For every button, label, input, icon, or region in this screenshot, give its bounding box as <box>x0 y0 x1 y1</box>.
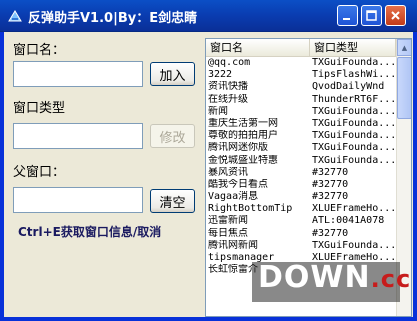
list-item[interactable]: 迅雷新闻 ATL:0041A078 <box>206 215 396 227</box>
maximize-icon <box>366 10 377 21</box>
scroll-thumb[interactable] <box>397 57 411 119</box>
list-header: 窗口名 窗口类型 <box>206 39 396 57</box>
column-header-window-name[interactable]: 窗口名 <box>206 39 310 56</box>
parent-window-input[interactable] <box>13 187 143 213</box>
app-icon <box>7 8 23 24</box>
list-item-window-class: #32770 <box>312 191 349 203</box>
close-button[interactable] <box>385 5 406 26</box>
list-item-window-name: 资讯快播 <box>208 81 248 93</box>
list-item[interactable]: RightBottomTip XLUEFrameHo... <box>206 203 396 215</box>
list-item-window-class: #32770 <box>312 178 349 190</box>
list-item-window-class: TXGuiFounda... <box>312 130 396 142</box>
watermark-text: DOWN.cc <box>258 260 412 295</box>
list-item-window-name: Vagaa消息 <box>208 191 259 203</box>
list-item[interactable]: 腾讯网迷你版 TXGuiFounda... <box>206 142 396 154</box>
add-button[interactable]: 加入 <box>150 62 195 86</box>
list-item-window-class: TXGuiFounda... <box>312 154 396 166</box>
list-item[interactable]: 资讯快播 QvodDailyWnd <box>206 81 396 93</box>
maximize-button[interactable] <box>361 5 382 26</box>
minimize-icon <box>343 18 350 20</box>
window-class-input[interactable] <box>13 123 143 149</box>
scroll-up-arrow-icon[interactable]: ▲ <box>397 39 411 56</box>
list-item[interactable]: 新闻 TXGuiFounda... <box>206 106 396 118</box>
list-item[interactable]: 3222 TipsFlashWi... <box>206 69 396 81</box>
list-item-window-name: 迅雷新闻 <box>208 215 248 227</box>
list-item-window-name: 3222 <box>208 69 233 81</box>
list-item-window-name: 每日焦点 <box>208 227 248 239</box>
list-item-window-class: ThunderRT6F... <box>312 93 396 105</box>
watermark-logo: DOWN.cc <box>252 248 412 318</box>
list-item[interactable]: 尊敬的拍拍用户 TXGuiFounda... <box>206 130 396 142</box>
list-item[interactable]: 在线升级 ThunderRT6F... <box>206 94 396 106</box>
list-item-window-name: @qq.com <box>208 57 251 68</box>
list-item[interactable]: 金悦城盛业特惠 TXGuiFounda... <box>206 155 396 167</box>
window-name-input[interactable] <box>13 61 143 87</box>
window-frame-left <box>0 32 4 321</box>
window-class-label: 窗口类型 <box>13 101 66 116</box>
list-item-window-name: 新闻 <box>208 105 228 117</box>
list-item-window-name: RightBottomTip <box>208 203 293 215</box>
window-title: 反弹助手V1.0|By：E剑忠睛 <box>28 11 198 26</box>
list-item-window-class: TXGuiFounda... <box>312 105 396 117</box>
list-item-window-class: TXGuiFounda... <box>312 117 396 129</box>
list-item[interactable]: 酷我今日看点 #32770 <box>206 179 396 191</box>
list-rows: @qq.com TXGuiFounda... 3222 TipsFlashWi... 资… <box>206 57 396 276</box>
list-item[interactable]: 暴风资讯 #32770 <box>206 167 396 179</box>
list-item-window-name: 金悦城盛业特惠 <box>208 154 278 166</box>
list-item-window-class: ATL:0041A078 <box>312 215 385 227</box>
parent-window-label: 父窗口： <box>13 165 66 180</box>
list-item[interactable]: 每日焦点 #32770 <box>206 228 396 240</box>
list-item-window-name: 腾讯网迷你版 <box>208 142 268 154</box>
list-item-window-class: #32770 <box>312 227 349 239</box>
minimize-button[interactable] <box>337 5 358 26</box>
list-item-window-class: XLUEFrameHo... <box>312 203 396 215</box>
list-item-window-class: TXGuiFounda... <box>312 142 396 154</box>
modify-button[interactable]: 修改 <box>150 124 195 148</box>
list-item[interactable]: Vagaa消息 #32770 <box>206 191 396 203</box>
window-frame-right <box>413 32 417 321</box>
list-item-window-name: 酷我今日看点 <box>208 178 268 190</box>
list-item-window-class: TXGuiFounda... <box>312 57 396 68</box>
list-item-window-class: TipsFlashWi... <box>312 69 396 81</box>
list-item-window-name: 重庆生活第一网 <box>208 117 278 129</box>
list-item-window-class: QvodDailyWnd <box>312 81 385 93</box>
hotkey-hint: Ctrl+E获取窗口信息/取消 <box>18 225 162 239</box>
list-item-window-name: 尊敬的拍拍用户 <box>208 130 278 142</box>
list-item[interactable]: 重庆生活第一网 TXGuiFounda... <box>206 118 396 130</box>
list-item-window-name: 暴风资讯 <box>208 166 248 178</box>
clear-button[interactable]: 清空 <box>150 189 195 213</box>
list-item[interactable]: @qq.com TXGuiFounda... <box>206 57 396 69</box>
list-item-window-class: #32770 <box>312 166 349 178</box>
title-bar[interactable]: 反弹助手V1.0|By：E剑忠睛 <box>0 0 417 32</box>
column-header-window-class[interactable]: 窗口类型 <box>310 39 396 56</box>
close-icon <box>391 11 400 20</box>
list-item-window-name: 在线升级 <box>208 93 248 105</box>
window-name-label: 窗口名： <box>13 43 66 58</box>
